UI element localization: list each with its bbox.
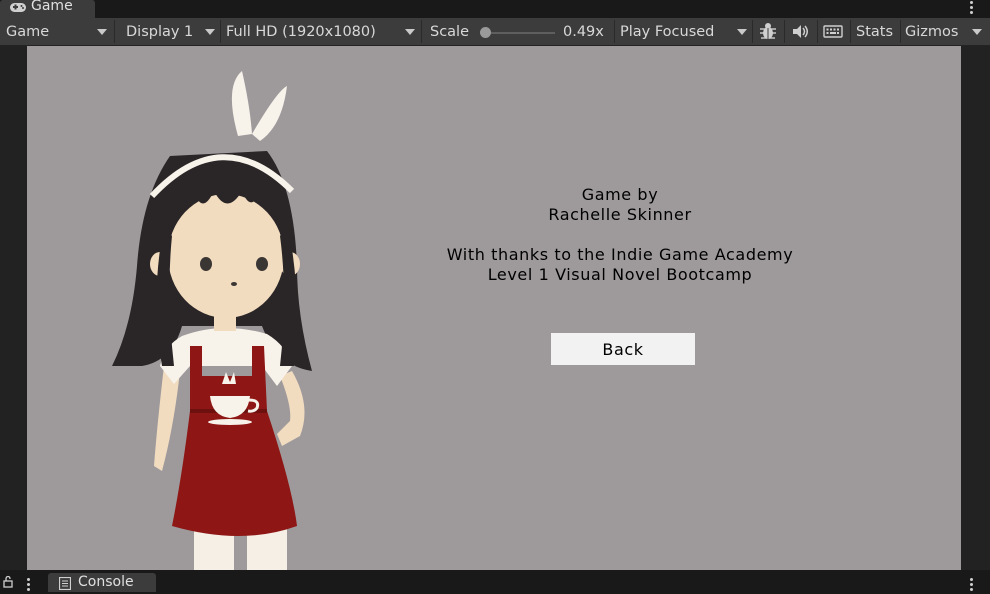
gizmos-button[interactable]: Gizmos bbox=[905, 18, 958, 45]
window-tab-strip: Game bbox=[0, 0, 990, 18]
display-select[interactable]: Display 1 bbox=[126, 18, 193, 45]
gamepad-icon bbox=[9, 2, 27, 18]
view-select[interactable]: Game bbox=[6, 18, 49, 45]
kebab-menu-icon[interactable] bbox=[27, 578, 31, 593]
tab-console[interactable]: Console bbox=[48, 573, 156, 592]
console-icon bbox=[58, 576, 72, 594]
character-illustration bbox=[102, 66, 342, 570]
credits-text: Game by Rachelle Skinner With thanks to … bbox=[400, 185, 840, 285]
credits-line: Level 1 Visual Novel Bootcamp bbox=[487, 265, 753, 284]
tab-console-label: Console bbox=[78, 574, 134, 590]
bottom-tab-strip: Console bbox=[0, 570, 990, 592]
chevron-down-icon[interactable] bbox=[205, 29, 215, 35]
game-view[interactable]: Game by Rachelle Skinner With thanks to … bbox=[27, 46, 961, 570]
resolution-select[interactable]: Full HD (1920x1080) bbox=[226, 18, 376, 45]
scale-slider-track[interactable] bbox=[483, 32, 555, 34]
stats-button[interactable]: Stats bbox=[856, 18, 893, 45]
chevron-down-icon[interactable] bbox=[737, 29, 747, 35]
chevron-down-icon[interactable] bbox=[405, 29, 415, 35]
play-mode-select[interactable]: Play Focused bbox=[620, 18, 714, 45]
scale-label: Scale bbox=[430, 24, 470, 40]
tab-game[interactable]: Game bbox=[0, 0, 95, 18]
chevron-down-icon[interactable] bbox=[97, 29, 107, 35]
scale-value: 0.49x bbox=[563, 24, 604, 40]
kebab-menu-icon[interactable] bbox=[970, 1, 974, 16]
credits-line: With thanks to the Indie Game Academy bbox=[446, 245, 794, 264]
credits-line: Game by bbox=[581, 185, 659, 204]
tab-game-label: Game bbox=[31, 0, 73, 14]
chevron-down-icon[interactable] bbox=[972, 29, 982, 35]
credits-line: Rachelle Skinner bbox=[548, 205, 692, 224]
keyboard-icon[interactable] bbox=[823, 18, 843, 45]
audio-icon[interactable] bbox=[791, 18, 811, 45]
lock-icon[interactable] bbox=[3, 575, 13, 592]
credits-line bbox=[400, 225, 840, 245]
kebab-menu-icon[interactable] bbox=[970, 578, 974, 593]
bug-icon[interactable] bbox=[758, 18, 778, 45]
back-button[interactable]: Back bbox=[551, 333, 695, 365]
